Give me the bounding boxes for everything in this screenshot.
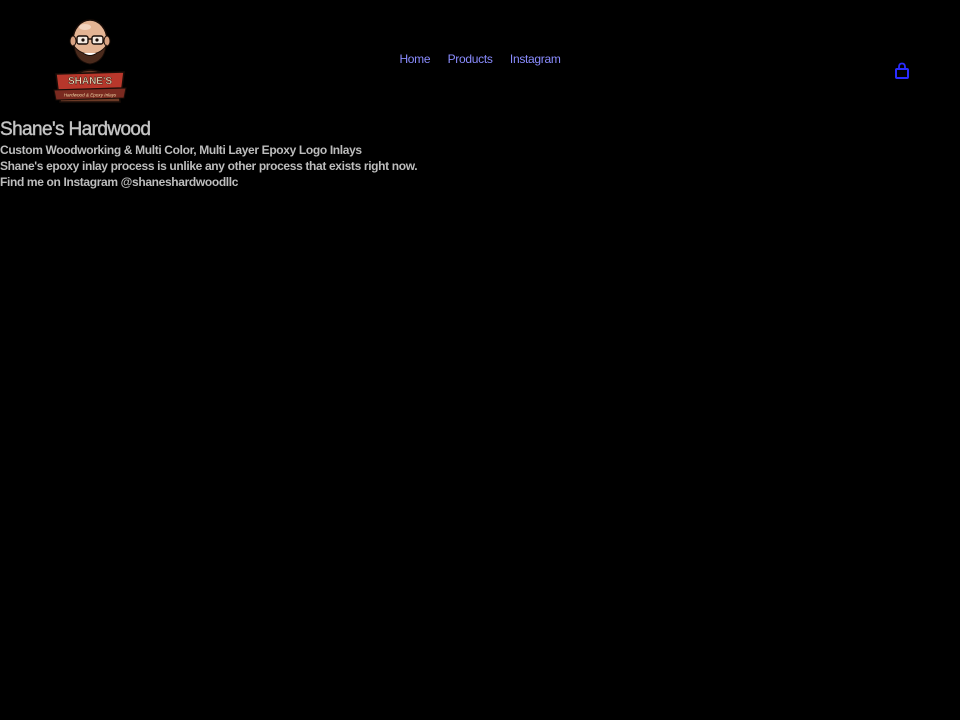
page-tagline: Custom Woodworking & Multi Color, Multi …	[0, 143, 362, 157]
instagram-line: Find me on Instagram @shaneshardwoodllc	[0, 175, 239, 189]
page-description: Shane's epoxy inlay process is unlike an…	[0, 159, 418, 173]
nav-home[interactable]: Home	[399, 52, 430, 66]
cart-button[interactable]	[894, 62, 910, 80]
logo-name-text: SHANE'S	[68, 76, 112, 87]
nav-instagram[interactable]: Instagram	[510, 52, 561, 66]
main-nav: Home Products Instagram	[0, 52, 960, 66]
main-content: Shane's Hardwood Custom Woodworking & Mu…	[0, 118, 960, 190]
page-title: Shane's Hardwood	[0, 119, 151, 140]
nav-products[interactable]: Products	[448, 52, 493, 66]
logo-sub-text: Hardwood & Epoxy Inlays	[64, 93, 117, 98]
site-header: SHANE'S Hardwood & Epoxy Inlays Home Pro…	[0, 0, 960, 112]
shopping-bag-icon	[895, 62, 909, 79]
